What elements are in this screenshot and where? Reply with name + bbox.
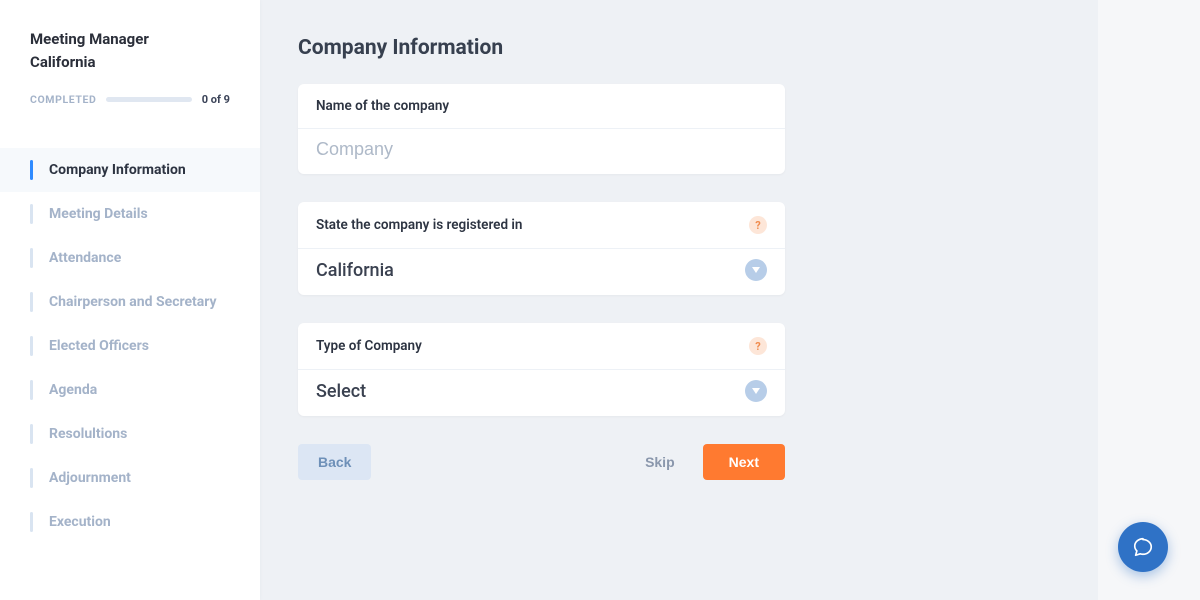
page-title: Company Information <box>298 36 1060 60</box>
field-header: Name of the company <box>298 84 785 129</box>
sidebar-item-label: Meeting Details <box>49 206 148 222</box>
state-select[interactable]: California <box>298 249 785 295</box>
field-card-state: State the company is registered in ? Cal… <box>298 202 785 295</box>
sidebar-item-label: Resolultions <box>49 426 127 442</box>
sidebar-item-label: Company Information <box>49 162 186 178</box>
app-subtitle: California <box>30 51 230 74</box>
field-card-type: Type of Company ? Select <box>298 323 785 416</box>
back-button[interactable]: Back <box>298 444 371 480</box>
field-label: Type of Company <box>316 338 422 354</box>
help-icon[interactable]: ? <box>749 216 767 234</box>
sidebar-item-agenda[interactable]: Agenda <box>0 368 260 412</box>
sidebar-item-label: Agenda <box>49 382 97 398</box>
sidebar-item-label: Adjournment <box>49 470 131 486</box>
field-label: State the company is registered in <box>316 217 522 233</box>
sidebar-item-label: Chairperson and Secretary <box>49 294 217 310</box>
nav-indicator <box>30 160 33 180</box>
field-header: State the company is registered in ? <box>298 202 785 249</box>
sidebar-item-execution[interactable]: Execution <box>0 500 260 544</box>
nav-indicator <box>30 424 33 444</box>
sidebar-item-adjournment[interactable]: Adjournment <box>0 456 260 500</box>
sidebar-nav: Company Information Meeting Details Atte… <box>0 148 260 544</box>
nav-indicator <box>30 204 33 224</box>
nav-indicator <box>30 248 33 268</box>
type-select[interactable]: Select <box>298 370 785 416</box>
sidebar-item-company-information[interactable]: Company Information <box>0 148 260 192</box>
select-value: California <box>316 260 394 281</box>
main-panel: Company Information Name of the company … <box>260 0 1098 600</box>
company-name-input[interactable] <box>316 139 767 160</box>
skip-button[interactable]: Skip <box>627 444 693 480</box>
sidebar-item-label: Execution <box>49 514 111 530</box>
chat-icon <box>1132 536 1154 558</box>
chevron-down-icon[interactable] <box>745 380 767 402</box>
sidebar-item-label: Elected Officers <box>49 338 149 354</box>
nav-indicator <box>30 468 33 488</box>
progress-label: COMPLETED <box>30 93 96 106</box>
form-button-row: Back Skip Next <box>298 444 785 480</box>
nav-indicator <box>30 380 33 400</box>
progress-count: 0 of 9 <box>202 93 230 106</box>
right-gutter <box>1098 0 1200 600</box>
sidebar-item-chairperson-secretary[interactable]: Chairperson and Secretary <box>0 280 260 324</box>
chevron-down-icon[interactable] <box>745 259 767 281</box>
select-value: Select <box>316 381 366 402</box>
next-button[interactable]: Next <box>703 444 785 480</box>
sidebar-item-elected-officers[interactable]: Elected Officers <box>0 324 260 368</box>
chat-fab[interactable] <box>1118 522 1168 572</box>
sidebar-item-label: Attendance <box>49 250 121 266</box>
progress-row: COMPLETED 0 of 9 <box>0 93 260 126</box>
sidebar-item-resolutions[interactable]: Resolultions <box>0 412 260 456</box>
help-icon[interactable]: ? <box>749 337 767 355</box>
sidebar-item-attendance[interactable]: Attendance <box>0 236 260 280</box>
app-title: Meeting Manager <box>30 28 230 51</box>
field-card-company-name: Name of the company <box>298 84 785 174</box>
field-header: Type of Company ? <box>298 323 785 370</box>
nav-indicator <box>30 512 33 532</box>
nav-indicator <box>30 292 33 312</box>
nav-indicator <box>30 336 33 356</box>
field-label: Name of the company <box>316 98 449 114</box>
app-container: Meeting Manager California COMPLETED 0 o… <box>0 0 1098 600</box>
sidebar-header: Meeting Manager California <box>0 28 260 93</box>
sidebar-item-meeting-details[interactable]: Meeting Details <box>0 192 260 236</box>
sidebar: Meeting Manager California COMPLETED 0 o… <box>0 0 260 600</box>
field-body <box>298 129 785 174</box>
progress-bar <box>106 97 191 102</box>
